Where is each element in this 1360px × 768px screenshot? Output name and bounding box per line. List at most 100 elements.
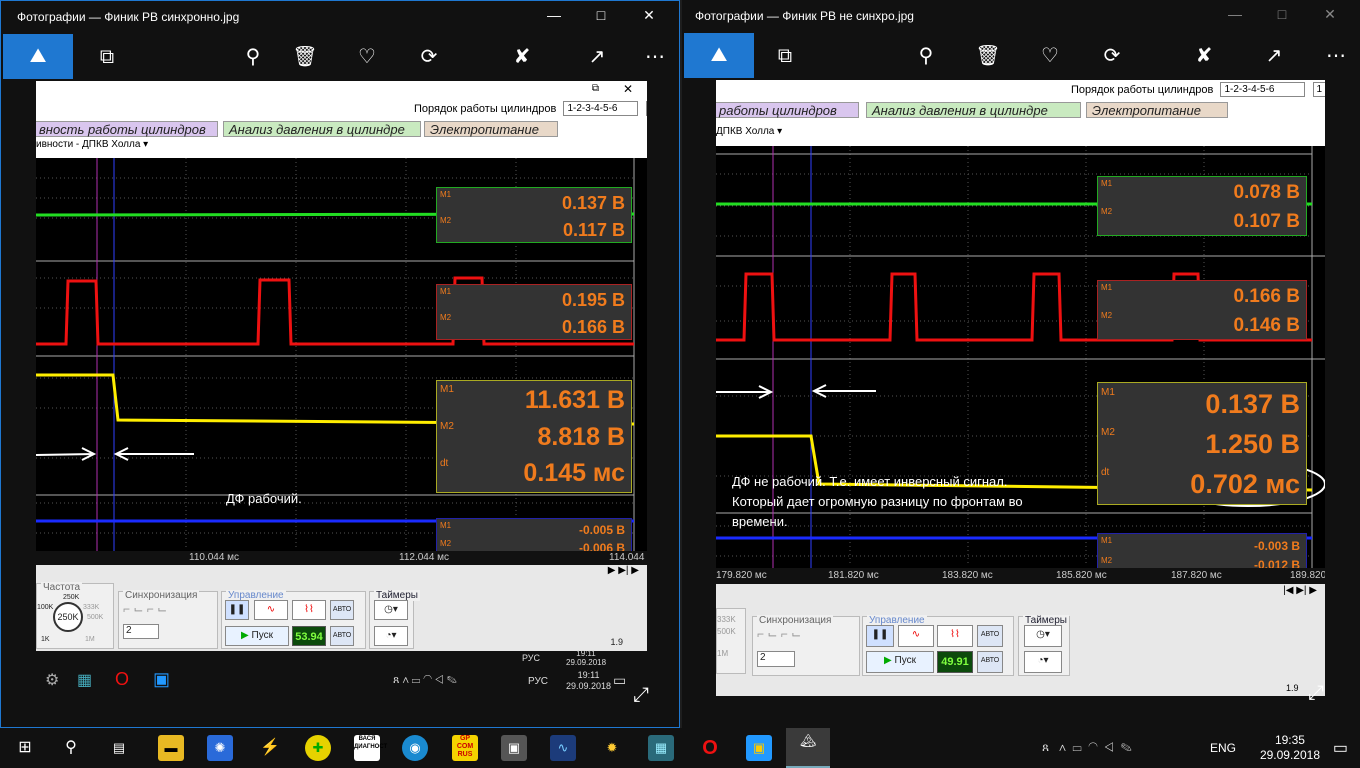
minimize-button[interactable]: —	[1225, 6, 1245, 22]
x-axis-bar: 179.820 мс 181.820 мс 183.820 мс 185.820…	[716, 568, 1325, 584]
sensor-select: ивности - ДПКВ Холла ▾	[36, 139, 149, 150]
slideshow-icon[interactable]: ⧉	[91, 41, 123, 73]
annotation-note: ДФ рабочий.	[226, 491, 302, 506]
inner-lang: РУС	[522, 653, 541, 663]
inner-title-bar: ⧉ ✕	[36, 81, 647, 101]
sync-select: 2	[123, 624, 159, 639]
channel-2-measure: M1 M2 0.195 В 0.166 В	[436, 284, 632, 340]
photos-icon[interactable]: 🏔	[786, 728, 830, 768]
task-view-icon[interactable]: ▤	[106, 735, 132, 761]
status-bar: 1.9	[716, 680, 1325, 696]
close-button[interactable]: ✕	[1320, 6, 1340, 23]
delete-icon[interactable]: 🗑	[972, 40, 1004, 72]
oscilloscope-view: M1 M2 0.078 В 0.107 В M1 M2 0.166 В 0.146 …	[716, 146, 1325, 568]
slideshow-icon[interactable]: ⧉	[769, 40, 801, 72]
timer-icon-2: ◔▾	[1024, 651, 1062, 673]
channel-1-measure: M1 M2 0.078 В 0.107 В	[1097, 176, 1307, 236]
control-group: Управление ❚❚ ∿ ⌇⌇ АВТО ▶ Пуск 49.91 АВТ…	[862, 615, 1014, 676]
oscilloscope-icon[interactable]: ∿	[550, 735, 576, 761]
image-icon[interactable]: ⛰	[3, 34, 73, 79]
auto-button-2: АВТО	[330, 626, 354, 646]
edit-icon[interactable]: ✘	[506, 41, 538, 73]
clock[interactable]: 19:35 29.09.2018	[1260, 733, 1320, 763]
note-line: Который дает огромную разницу по фронтам…	[732, 494, 1023, 509]
frequency-group: 333K 500K 1M	[716, 608, 746, 674]
maximize-button[interactable]: □	[1272, 6, 1292, 22]
channel-4-measure: M1 M2 -0.003 В -0.012 В	[1097, 533, 1307, 568]
opera-icon[interactable]: O	[697, 735, 723, 761]
share-icon[interactable]: ↗	[581, 41, 613, 73]
channel-2-measure: M1 M2 0.166 В 0.146 В	[1097, 280, 1307, 340]
cylinder-order-label: Порядок работы цилиндров	[1071, 83, 1214, 96]
x-tick: 185.820 мс	[1056, 570, 1107, 581]
play-controls-icon: ▶ ▶| ▶	[607, 565, 639, 576]
x-tick: 181.820 мс	[828, 570, 879, 581]
sync-title: Синхронизация	[757, 615, 834, 626]
favorite-icon[interactable]: ♡	[351, 41, 383, 73]
close-button[interactable]: ✕	[639, 7, 659, 24]
app-icon[interactable]: ▣	[501, 735, 527, 761]
rotate-icon[interactable]: ⟳	[1096, 40, 1128, 72]
clock-date: 29.09.2018	[1259, 748, 1320, 762]
image-icon[interactable]: ⛰	[684, 33, 754, 78]
start-icon[interactable]: ⊞	[12, 735, 38, 761]
app-icon[interactable]: ✹	[599, 735, 625, 761]
tab-power: Электропитание	[1086, 102, 1228, 118]
x-tick-3: 114.044	[609, 552, 645, 563]
file-explorer-icon[interactable]: ▬	[158, 735, 184, 761]
inner-taskbar: РУС 19:11 29.09.2018	[36, 649, 647, 666]
more-icon[interactable]: ⋯	[639, 41, 671, 73]
vasya-diagnost-icon[interactable]: ВАСЯ ДИАГНОСТ	[354, 735, 387, 761]
x-tick-2: 112.044 мс	[399, 552, 450, 563]
photos-toolbar: ⛰ ⧉ ⚲ 🗑 ♡ ⟳ ✘ ↗ ⋯	[682, 33, 1360, 78]
rotate-icon[interactable]: ⟳	[413, 41, 445, 73]
auto-button-2: АВТО	[977, 651, 1003, 673]
minimize-button[interactable]: —	[544, 7, 564, 23]
sine-button: ∿	[898, 625, 934, 647]
notification-icon: ▭	[613, 672, 627, 688]
pause-button: ❚❚	[225, 600, 249, 620]
gp-com-rus-icon[interactable]: GP COM RUS	[452, 735, 478, 761]
timer-icon: ◷▾	[1024, 625, 1062, 647]
zoom-icon[interactable]: ⚲	[910, 40, 942, 72]
fps-display: 53.94	[292, 626, 326, 646]
x-tick-1: 110.044 мс	[189, 552, 240, 563]
more-icon[interactable]: ⋯	[1320, 40, 1352, 72]
timers-group: Таймеры ◷▾ ◔▾	[1018, 615, 1070, 676]
fullscreen-icon[interactable]: ⤢	[633, 684, 649, 707]
photos-window-left: Фотографии — Финик РВ синхронно.jpg — □ …	[0, 0, 680, 728]
window-title: Фотографии — Финик РВ не синхро.jpg	[695, 9, 914, 23]
maximize-button[interactable]: □	[591, 7, 611, 23]
app-icon[interactable]: ◉	[402, 735, 428, 761]
notification-icon[interactable]: ▭	[1333, 738, 1348, 758]
favorite-icon[interactable]: ♡	[1034, 40, 1066, 72]
inner-clock: 19:11 29.09.2018	[566, 649, 607, 666]
language-indicator[interactable]: ENG	[1210, 741, 1236, 755]
search-icon[interactable]: ⚲	[58, 735, 84, 761]
zoom-icon[interactable]: ⚲	[237, 41, 269, 73]
app-icon[interactable]: ⚡	[257, 735, 283, 761]
sync-select: 2	[757, 651, 795, 667]
channel-3-measure: M1 M2 dt 11.631 В 8.818 В 0.145 мс	[436, 380, 632, 493]
edit-icon[interactable]: ✘	[1188, 40, 1220, 72]
frequency-knob: 250K	[53, 602, 83, 632]
clock-time: 19:35	[1274, 733, 1305, 747]
cylinder-number-select: 1	[1312, 82, 1325, 97]
noise-button: ⌇⌇	[937, 625, 973, 647]
close-icon: ✕	[622, 82, 633, 96]
frequency-group: Частота 250K 100K 250K 333K 500K 1K 1M	[36, 582, 114, 649]
tray-clock: 19:11 29.09.2018	[566, 670, 612, 691]
scroll-bar: ▶ ▶| ▶	[36, 565, 647, 579]
app-icon[interactable]: ▦	[648, 735, 674, 761]
start-button: ▶ Пуск	[225, 626, 289, 646]
fullscreen-icon[interactable]: ⤢	[1308, 682, 1324, 705]
share-icon[interactable]: ↗	[1258, 40, 1290, 72]
app-icon[interactable]: ▣	[746, 735, 772, 761]
channel-4-measure: M1 M2 -0.005 В -0.006 В	[436, 518, 632, 551]
sync-edge-icons: ⌐ ⌙ ⌐ ⌙	[757, 627, 802, 641]
app-icon[interactable]: ✚	[305, 735, 331, 761]
delete-icon[interactable]: 🗑	[289, 41, 321, 73]
pause-button: ❚❚	[866, 625, 894, 647]
tray-icons: ጸ ∧ ▭ ◠ ◁ ✎	[393, 674, 457, 686]
app-icon[interactable]: ✺	[207, 735, 233, 761]
